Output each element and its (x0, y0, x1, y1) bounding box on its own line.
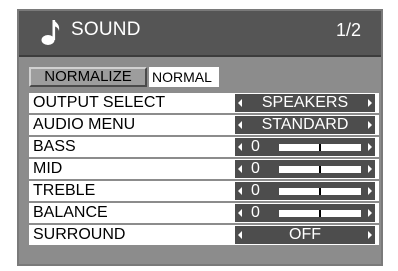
slider-position-marker (319, 166, 321, 173)
treble-value: 0 (251, 182, 260, 199)
slider-track[interactable] (279, 188, 361, 195)
mid-value: 0 (251, 160, 260, 177)
treble-slider[interactable]: 0 (235, 182, 375, 200)
normalize-status: NORMAL (149, 67, 219, 87)
menu-row-surround[interactable]: SURROUND OFF (29, 225, 379, 245)
slider-position-marker (319, 210, 321, 217)
output-select-value: SPEAKERS (261, 94, 349, 111)
row-label: SURROUND (33, 226, 126, 243)
row-label: TREBLE (33, 182, 96, 199)
audio-menu-value: STANDARD (261, 116, 349, 133)
slider-track[interactable] (279, 144, 361, 151)
bass-slider[interactable]: 0 (235, 138, 375, 156)
bass-value: 0 (251, 138, 260, 155)
arrow-right-icon[interactable] (368, 165, 372, 173)
arrow-left-icon[interactable] (238, 165, 242, 173)
menu-title: SOUND (71, 19, 141, 40)
audio-menu-selector[interactable]: STANDARD (235, 116, 375, 134)
slider-position-marker (319, 188, 321, 195)
arrow-left-icon[interactable] (238, 187, 242, 195)
surround-selector[interactable]: OFF (235, 226, 375, 244)
menu-header: SOUND 1/2 (19, 11, 381, 57)
arrow-right-icon[interactable] (368, 231, 372, 239)
arrow-right-icon[interactable] (368, 121, 372, 129)
balance-value: 0 (251, 204, 260, 221)
arrow-right-icon[interactable] (368, 99, 372, 107)
surround-value: OFF (289, 226, 321, 243)
menu-row-output-select[interactable]: OUTPUT SELECT SPEAKERS (29, 93, 379, 113)
arrow-left-icon[interactable] (238, 143, 242, 151)
menu-row-mid[interactable]: MID 0 (29, 159, 379, 179)
music-note-icon (41, 20, 60, 45)
arrow-right-icon[interactable] (368, 209, 372, 217)
arrow-left-icon[interactable] (238, 209, 242, 217)
menu-row-audio-menu[interactable]: AUDIO MENU STANDARD (29, 115, 379, 135)
menu-row-balance[interactable]: BALANCE 0 (29, 203, 379, 223)
row-label: OUTPUT SELECT (33, 94, 166, 111)
row-label: MID (33, 160, 63, 177)
arrow-right-icon[interactable] (368, 187, 372, 195)
row-label: BASS (33, 138, 76, 155)
normalize-button[interactable]: NORMALIZE (29, 67, 147, 87)
slider-track[interactable] (279, 210, 361, 217)
row-label: BALANCE (33, 204, 108, 221)
sound-menu-panel: SOUND 1/2 NORMALIZE NORMAL OUTPUT SELECT… (17, 9, 383, 266)
menu-row-bass[interactable]: BASS 0 (29, 137, 379, 157)
balance-slider[interactable]: 0 (235, 204, 375, 222)
row-label: AUDIO MENU (33, 116, 136, 133)
mid-slider[interactable]: 0 (235, 160, 375, 178)
arrow-right-icon[interactable] (368, 143, 372, 151)
slider-position-marker (319, 144, 321, 151)
menu-row-treble[interactable]: TREBLE 0 (29, 181, 379, 201)
slider-track[interactable] (279, 166, 361, 173)
page-indicator: 1/2 (335, 20, 361, 40)
output-select-selector[interactable]: SPEAKERS (235, 94, 375, 112)
